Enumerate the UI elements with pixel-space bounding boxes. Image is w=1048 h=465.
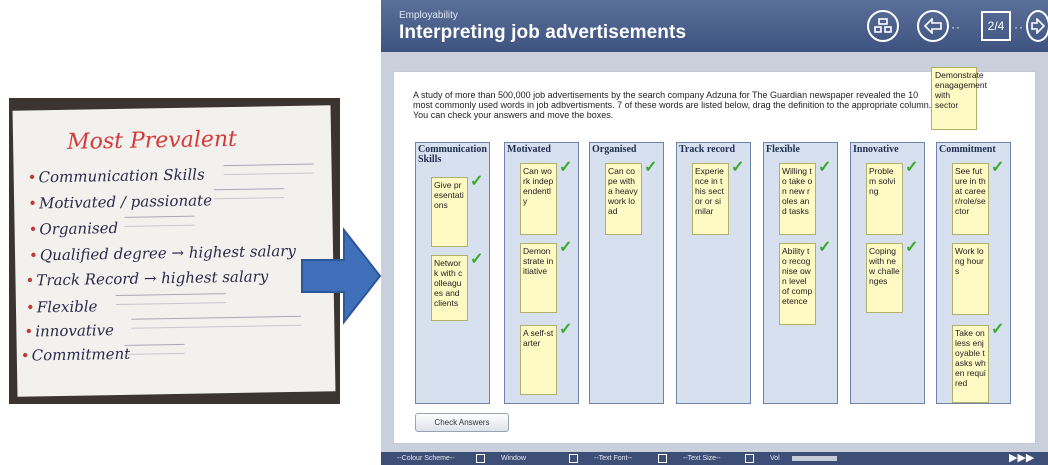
app-header: Employability Interpreting job advertise…: [381, 0, 1048, 52]
check-icon: ✓: [559, 239, 573, 256]
draggable-card[interactable]: A self-starter: [520, 325, 557, 395]
fast-forward-icon[interactable]: ▶▶▶: [1009, 451, 1034, 464]
menu-icon[interactable]: [867, 10, 899, 42]
activity-panel: A study of more than 500,000 job adverti…: [393, 67, 1036, 444]
photo-item: • Commitment: [20, 344, 131, 365]
photo-item: • Organised: [28, 218, 119, 239]
draggable-card[interactable]: Can cope with a heavy work load: [605, 163, 642, 235]
column-title: Organised: [592, 144, 637, 155]
footer-toolbar: --Colour Scheme-- Window --Text Font-- -…: [381, 452, 1048, 465]
volume-slider[interactable]: [792, 456, 837, 461]
draggable-card[interactable]: Give presentations: [431, 177, 468, 247]
photo-item: • Qualified degree → highest salary: [28, 241, 297, 265]
draggable-card[interactable]: Experience in this sector or similar: [692, 163, 729, 235]
draggable-card[interactable]: Ability to recognise own level of compet…: [779, 243, 816, 325]
photo-item: • Flexible: [25, 297, 98, 317]
column-title: Communication Skills: [418, 144, 487, 165]
photo-item: • Communication Skills: [27, 165, 205, 187]
column-communication-skills[interactable]: Communication Skills Give presentations …: [415, 142, 490, 404]
check-icon: ✓: [731, 159, 745, 176]
page-indicator: 2/4: [981, 11, 1011, 41]
nav-dots: ··: [951, 20, 961, 34]
draggable-card[interactable]: See future in that career/role/sector: [952, 163, 989, 235]
scribble-note: [223, 163, 314, 176]
check-icon: ✓: [991, 159, 1005, 176]
check-icon: ✓: [644, 159, 658, 176]
check-icon: ✓: [905, 239, 919, 256]
column-flexible[interactable]: Flexible Willing to take on new roles an…: [763, 142, 838, 404]
check-icon: ✓: [818, 159, 832, 176]
photo-item: • innovative: [24, 321, 115, 341]
dropdown-arrow-icon[interactable]: [658, 454, 667, 463]
back-arrow-icon[interactable]: [917, 10, 949, 42]
whiteboard-photo: Most Prevalent • Communication Skills • Mo…: [9, 98, 340, 404]
scribble-note: [124, 215, 195, 227]
text-size-select[interactable]: --Text Size--: [683, 455, 721, 462]
scribble-note: [124, 343, 185, 355]
nav-dots: ··: [1014, 20, 1024, 34]
instructions-text: A study of more than 500,000 job adverti…: [413, 90, 932, 120]
check-icon: ✓: [559, 321, 573, 338]
scribble-note: [131, 315, 302, 329]
draggable-card[interactable]: Demonstrate initiative: [520, 243, 557, 313]
draggable-card[interactable]: Coping with new challenges: [866, 243, 903, 313]
colour-scheme-select[interactable]: --Colour Scheme--: [397, 455, 455, 462]
column-title: Track record: [679, 144, 736, 155]
app-window: Employability Interpreting job advertise…: [381, 0, 1048, 465]
column-motivated[interactable]: Motivated Can work independently ✓ Demon…: [504, 142, 579, 404]
draggable-card[interactable]: Network with colleagues and clients: [431, 255, 468, 321]
draggable-card[interactable]: Demonstrate enagagement with sector: [931, 67, 987, 130]
photo-item: • Motivated / passionate: [27, 191, 213, 213]
paper-sheet: Most Prevalent • Communication Skills • Mo…: [12, 105, 336, 397]
column-commitment[interactable]: Commitment See future in that career/rol…: [936, 142, 1011, 404]
check-icon: ✓: [470, 173, 484, 190]
column-organised[interactable]: Organised Can cope with a heavy work loa…: [589, 142, 664, 404]
draggable-card[interactable]: Willing to take on new roles and tasks: [779, 163, 816, 235]
volume-label: Vol: [770, 455, 780, 462]
check-icon: ✓: [905, 159, 919, 176]
check-icon: ✓: [470, 251, 484, 268]
scribble-note: [213, 188, 285, 200]
draggable-card[interactable]: Problem solving: [866, 163, 903, 235]
column-title: Commitment: [939, 144, 996, 155]
column-title: Motivated: [507, 144, 551, 155]
dropdown-arrow-icon[interactable]: [569, 454, 578, 463]
forward-arrow-icon[interactable]: [1026, 10, 1048, 42]
page-title: Interpreting job advertisements: [399, 22, 687, 43]
text-font-select[interactable]: --Text Font--: [594, 455, 632, 462]
window-select[interactable]: Window: [501, 455, 526, 462]
draggable-card[interactable]: Take on less enjoyable tasks when requir…: [952, 325, 989, 403]
check-icon: ✓: [559, 159, 573, 176]
column-track-record[interactable]: Track record Experience in this sector o…: [676, 142, 751, 404]
dropdown-arrow-icon[interactable]: [476, 454, 485, 463]
draggable-card[interactable]: Work long hours: [952, 243, 989, 315]
photo-item: • Track Record → highest salary: [25, 267, 269, 290]
check-icon: ✓: [818, 239, 832, 256]
check-answers-button[interactable]: Check Answers: [415, 413, 509, 432]
column-title: Flexible: [766, 144, 800, 155]
photo-title: Most Prevalent: [66, 126, 238, 155]
column-innovative[interactable]: Innovative Problem solving ✓ Coping with…: [850, 142, 925, 404]
check-icon: ✓: [991, 321, 1005, 338]
dropdown-arrow-icon[interactable]: [745, 454, 754, 463]
scribble-note: [115, 293, 226, 306]
draggable-card[interactable]: Can work independently: [520, 163, 557, 235]
column-title: Innovative: [853, 144, 899, 155]
breadcrumb: Employability: [399, 10, 458, 21]
right-arrow-icon: [301, 227, 382, 325]
